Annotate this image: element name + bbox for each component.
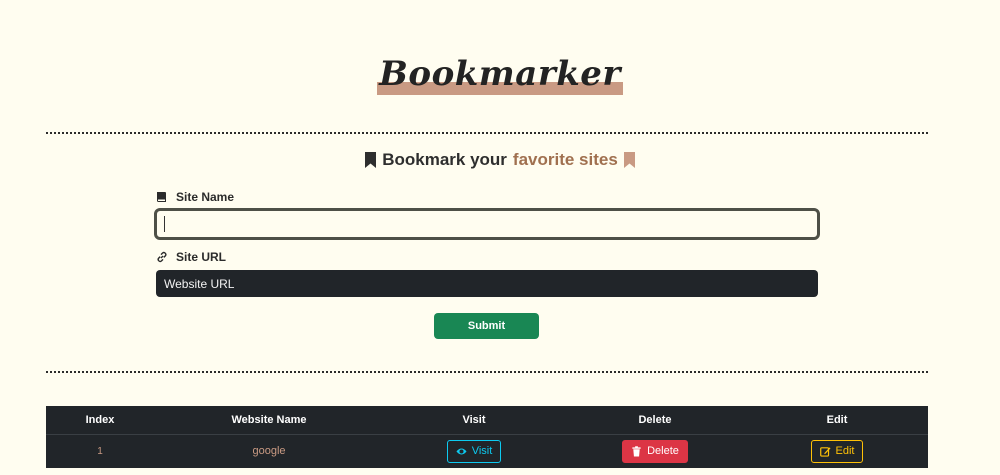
logo-container: Bookmarker: [0, 52, 1000, 96]
site-url-placeholder: Website URL: [164, 276, 235, 291]
header-edit: Edit: [746, 406, 928, 435]
delete-button[interactable]: Delete: [622, 439, 688, 463]
bottom-divider: [46, 371, 928, 373]
row-website-name: google: [252, 445, 286, 458]
bookmarks-table: Index Website Name Visit Delete Edit 1 g…: [46, 406, 928, 468]
site-name-input[interactable]: [154, 208, 820, 240]
heading-prefix: Bookmark your: [382, 150, 507, 169]
book-icon: [157, 192, 166, 202]
submit-button[interactable]: Submit: [434, 313, 539, 339]
top-divider: [46, 132, 928, 134]
delete-button-label: Delete: [647, 445, 679, 458]
edit-icon: [819, 446, 831, 457]
site-url-input[interactable]: Website URL: [156, 270, 818, 297]
row-visit-cell: Visit: [384, 434, 564, 468]
heading-accent: favorite sites: [512, 150, 618, 169]
link-icon: [157, 251, 167, 263]
app-logo-text: Bookmarker: [379, 54, 621, 94]
edit-button-label: Edit: [835, 445, 855, 458]
site-name-label: Site Name: [156, 190, 234, 204]
text-caret: [164, 216, 165, 232]
trash-icon: [632, 446, 641, 457]
header-delete: Delete: [564, 406, 746, 435]
app-logo: Bookmarker: [377, 52, 623, 96]
bookmark-icon: [623, 152, 635, 168]
form-heading: Bookmark your favorite sites: [0, 150, 1000, 170]
site-name-label-text: Site Name: [176, 190, 235, 204]
row-index: 1: [97, 445, 103, 457]
header-index: Index: [46, 406, 154, 435]
site-url-label: Site URL: [156, 250, 226, 264]
eye-icon: [456, 448, 467, 455]
header-website-name: Website Name: [154, 406, 384, 435]
header-visit: Visit: [384, 406, 564, 435]
bookmark-icon: [365, 152, 377, 168]
site-url-label-text: Site URL: [176, 250, 227, 264]
table-row: 1 google Visit Delete Edit: [46, 434, 928, 468]
row-delete-cell: Delete: [564, 434, 746, 468]
edit-button[interactable]: Edit: [810, 439, 864, 463]
table-header-row: Index Website Name Visit Delete Edit: [46, 406, 928, 435]
visit-button[interactable]: Visit: [446, 439, 502, 463]
row-edit-cell: Edit: [746, 434, 928, 468]
visit-button-label: Visit: [471, 445, 493, 458]
